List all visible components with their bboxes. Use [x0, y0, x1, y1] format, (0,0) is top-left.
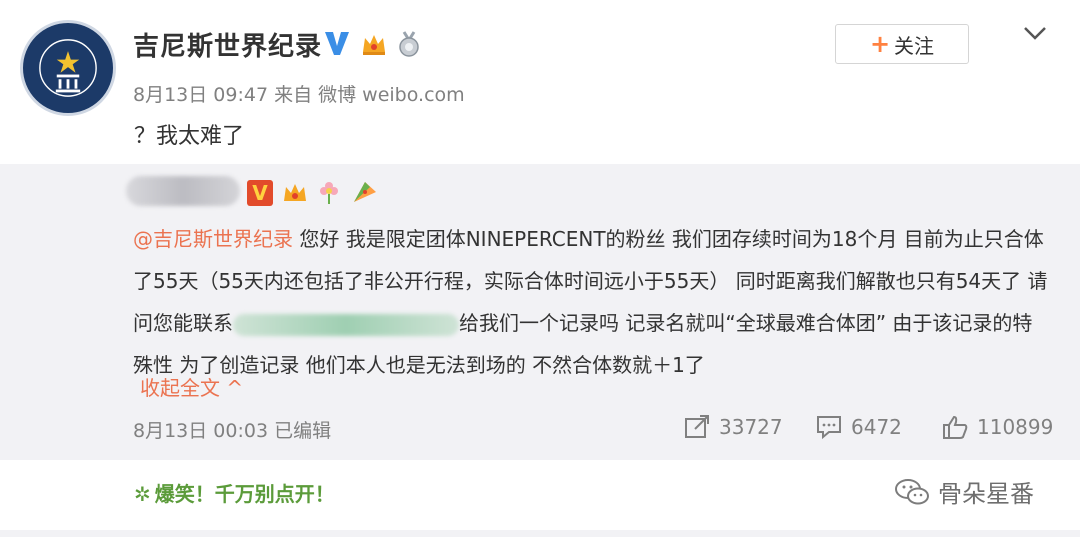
post-text: ？我太难了 [134, 124, 245, 149]
divider [0, 530, 1080, 537]
watermark: 骨朵星番 [894, 474, 1034, 509]
sparkle-icon: ✲ [134, 482, 151, 506]
repost-text: @吉尼斯世界纪录 您好 我是限定团体NINEPERCENT的粉丝 我们团存续时间… [133, 218, 1048, 386]
crown-icon [284, 184, 306, 201]
comment-count: 6472 [851, 415, 902, 439]
chevron-down-icon[interactable] [1022, 24, 1048, 42]
plus-icon: + [869, 30, 891, 58]
fan-icon [354, 182, 376, 202]
wechat-icon [895, 478, 929, 504]
watermark-text: 骨朵星番 [938, 480, 1034, 508]
username[interactable]: 吉尼斯世界纪录 [133, 26, 322, 63]
promo-link[interactable]: ✲ 爆笑！千万别点开！ [134, 478, 335, 507]
blurred-mention [233, 313, 459, 336]
medal-icon [399, 31, 419, 57]
like-count: 110899 [977, 415, 1054, 439]
post-meta: 8月13日 09:47 来自 微博 weibo.com [133, 84, 465, 106]
blurred-username [126, 176, 240, 206]
collapse-full-text-link[interactable]: 收起全文 ^ [140, 372, 243, 401]
flower-icon [320, 182, 338, 204]
comment-button[interactable]: 6472 [815, 414, 902, 440]
follow-label: 关注 [894, 33, 935, 58]
promo-text: 爆笑！千万别点开！ [154, 482, 335, 506]
avatar[interactable] [20, 20, 116, 116]
repost-icon [685, 415, 709, 438]
repost-button[interactable]: 33727 [683, 414, 783, 440]
mention-link[interactable]: @吉尼斯世界纪录 [133, 227, 293, 251]
crown-icon [363, 35, 385, 55]
comment-icon [817, 416, 841, 440]
verified-v-icon [325, 32, 349, 55]
repost-count: 33727 [719, 415, 783, 439]
guinness-logo-icon [26, 26, 110, 110]
follow-button[interactable]: + 关注 [835, 24, 969, 64]
verified-v-icon: V [247, 180, 273, 206]
repost-meta: 8月13日 00:03 已编辑 [133, 420, 332, 442]
like-icon [943, 415, 968, 439]
like-button[interactable]: 110899 [941, 414, 1053, 440]
